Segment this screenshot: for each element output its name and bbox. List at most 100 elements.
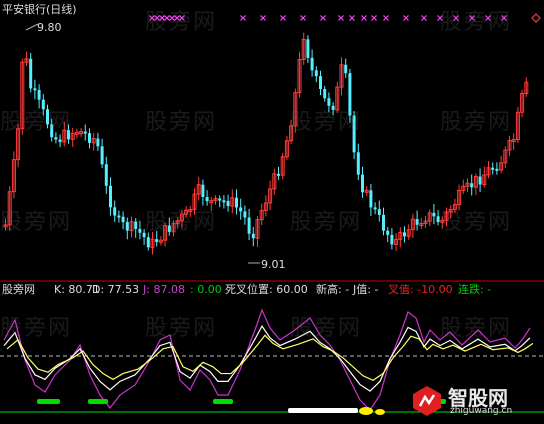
- candle-body: [386, 230, 390, 235]
- indicator-name: 股旁网: [2, 283, 35, 296]
- high-price-label: 9.80: [37, 21, 62, 34]
- candle-body: [243, 211, 247, 218]
- watermark: 股旁网: [145, 210, 218, 235]
- cross-value: 叉值: -10.00: [388, 283, 453, 296]
- watermark: 股旁网: [290, 110, 363, 135]
- watermark: 股旁网: [145, 110, 218, 135]
- candle-body: [247, 217, 251, 234]
- candle-body: [33, 88, 37, 91]
- candle-body: [369, 190, 373, 208]
- candle-body: [104, 164, 108, 186]
- watermark: 股旁网: [0, 210, 73, 235]
- candle-body: [29, 58, 33, 89]
- dead-cross-position: 死叉位置: 60.00: [225, 283, 308, 296]
- watermark: 股旁网: [290, 210, 363, 235]
- cross-marker-icon: [338, 15, 344, 21]
- candle-body: [403, 232, 406, 237]
- new-high-value: 新高: -: [316, 283, 350, 296]
- site-logo: 智股网 zhiguwang.cn: [410, 384, 538, 418]
- candle-body: [218, 198, 222, 201]
- candle-body: [310, 57, 314, 71]
- candle-body: [470, 183, 474, 188]
- candle-body: [125, 222, 129, 231]
- watermark: 股旁网: [440, 110, 513, 135]
- signal-value: : 0.00: [190, 283, 222, 296]
- candle-body: [201, 184, 205, 197]
- candle-body: [100, 146, 104, 165]
- logo-url: zhiguwang.cn: [450, 406, 513, 416]
- candle-body: [356, 152, 360, 175]
- candle-body: [277, 173, 280, 176]
- candle-body: [478, 176, 482, 185]
- candle-body: [361, 174, 364, 193]
- cross-marker-icon: [403, 15, 409, 21]
- cross-marker-icon: [260, 15, 266, 21]
- candle-body: [134, 221, 138, 229]
- candle-body: [377, 209, 381, 215]
- signal-bar: [288, 408, 358, 413]
- cross-marker-icon: [320, 15, 326, 21]
- candle-body: [373, 207, 377, 210]
- watermark: 股旁网: [440, 316, 513, 341]
- candle-body: [121, 216, 125, 223]
- candle-body: [58, 139, 62, 143]
- candle-body: [344, 64, 348, 74]
- candle-body: [415, 219, 419, 225]
- watermark: 股旁网: [145, 316, 218, 341]
- candle-body: [205, 196, 209, 202]
- d-line: [6, 334, 534, 381]
- chart-title: 平安银行(日线): [2, 3, 77, 16]
- watermark: 股旁网: [440, 10, 513, 35]
- candle-body: [432, 212, 436, 217]
- candle-body: [491, 167, 495, 170]
- watermark: 股旁网: [440, 210, 513, 235]
- candle-body: [155, 239, 159, 243]
- watermark: 股旁网: [290, 316, 363, 341]
- candle-body: [226, 200, 230, 207]
- watermark: 股旁网: [0, 316, 73, 341]
- signal-bar: [37, 399, 60, 404]
- cross-marker-icon: [280, 15, 286, 21]
- diamond-marker-icon: [531, 13, 541, 23]
- consecutive-down-value: 连跌: -: [458, 283, 492, 296]
- signal-bar: [213, 399, 233, 404]
- signal-dot: [359, 407, 373, 415]
- cross-marker-icon: [421, 15, 427, 21]
- cross-marker-icon: [349, 15, 355, 21]
- candle-body: [390, 234, 394, 245]
- watermark: 股旁网: [145, 10, 218, 35]
- j-extreme-value: J值: -: [353, 283, 379, 296]
- watermark: 股旁网: [0, 110, 73, 135]
- candle-body: [235, 197, 238, 208]
- cross-marker-icon: [383, 15, 389, 21]
- logo-badge-icon: [413, 386, 441, 416]
- cross-marker-icon: [300, 15, 306, 21]
- cross-marker-icon: [371, 15, 377, 21]
- candle-body: [222, 200, 226, 203]
- candle-body: [382, 214, 385, 231]
- candle-body: [319, 76, 322, 90]
- signal-dot: [375, 409, 385, 415]
- candle-body: [83, 131, 87, 134]
- candle-body: [96, 138, 100, 147]
- candle-body: [146, 237, 150, 248]
- candle-body: [54, 137, 58, 140]
- candle-body: [251, 233, 255, 239]
- signal-bar: [88, 399, 108, 404]
- candle-body: [109, 185, 112, 208]
- candle-body: [239, 207, 243, 212]
- d-value: D: 77.53: [92, 283, 140, 296]
- cross-marker-icon: [240, 15, 246, 21]
- low-price-label: 9.01: [261, 258, 286, 271]
- cross-marker-icon: [361, 15, 367, 21]
- candle-body: [138, 228, 142, 233]
- j-value: J: 87.08: [143, 283, 185, 296]
- candle-body: [117, 215, 121, 218]
- candle-body: [37, 89, 41, 100]
- candle-body: [495, 168, 499, 171]
- candle-body: [306, 39, 310, 58]
- candle-body: [113, 207, 117, 216]
- candle-body: [88, 133, 91, 143]
- candle-body: [323, 89, 327, 99]
- candle-body: [314, 70, 318, 77]
